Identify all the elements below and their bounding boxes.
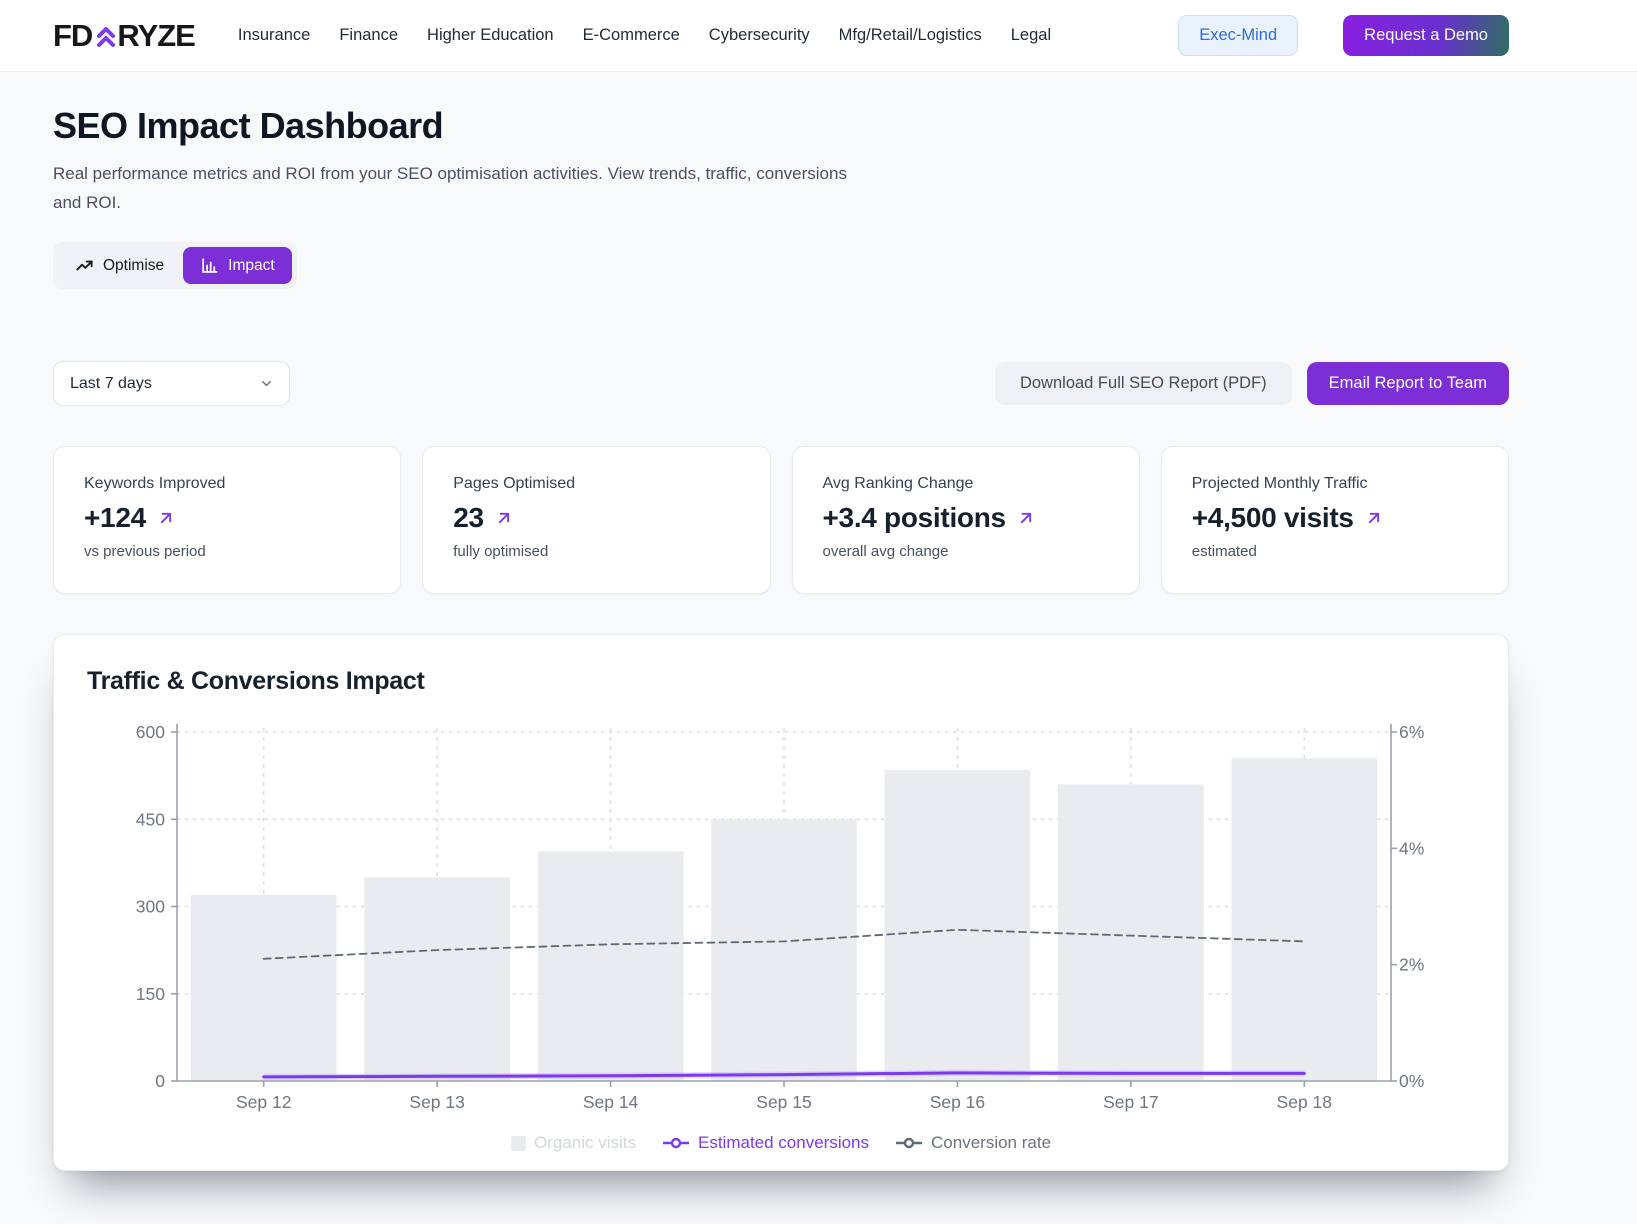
stat-sub-text: estimated [1192,543,1478,560]
tab-impact[interactable]: Impact [183,247,292,284]
bar-sep-12 [191,895,337,1081]
svg-text:Sep 14: Sep 14 [583,1092,639,1112]
svg-text:Sep 17: Sep 17 [1103,1092,1158,1112]
svg-text:Sep 15: Sep 15 [756,1092,811,1112]
legend-item-organic-visits[interactable]: Organic visits [511,1133,636,1153]
svg-text:2%: 2% [1399,955,1424,975]
nav-item-finance[interactable]: Finance [339,26,398,45]
chart-legend: Organic visits Estimated conversions Conve… [87,1133,1475,1153]
svg-text:4%: 4% [1399,838,1424,858]
top-navigation-bar: FD RYZE Insurance Finance Higher Education… [0,0,1637,72]
nav-item-higher-education[interactable]: Higher Education [427,26,554,45]
svg-text:300: 300 [136,897,165,917]
controls-row: Last 7 days Download Full SEO Report (PD… [53,361,1509,406]
stat-value: +4,500 visits [1192,502,1354,534]
legend-swatch-square [511,1136,526,1151]
double-chevron-up-icon [96,24,116,50]
bar-sep-15 [711,819,857,1081]
svg-text:6%: 6% [1399,722,1424,742]
page-subtitle: Real performance metrics and ROI from yo… [53,159,873,217]
download-report-button[interactable]: Download Full SEO Report (PDF) [995,362,1292,405]
bar-sep-16 [885,770,1031,1081]
stat-card-2: Avg Ranking Change +3.4 positions overall … [792,446,1140,594]
chart-title: Traffic & Conversions Impact [87,667,1475,696]
svg-text:150: 150 [136,984,165,1004]
nav-item-cybersecurity[interactable]: Cybersecurity [709,26,810,45]
mode-toggle-group: Optimise Impact [53,242,297,289]
stat-cards-row: Keywords Improved +124 vs previous period P… [53,446,1509,594]
svg-text:Sep 13: Sep 13 [409,1092,464,1112]
stat-card-0: Keywords Improved +124 vs previous period [53,446,401,594]
svg-text:450: 450 [136,809,165,829]
stat-card-3: Projected Monthly Traffic +4,500 visits es… [1161,446,1509,594]
stat-label: Pages Optimised [453,475,739,493]
stat-label: Projected Monthly Traffic [1192,475,1478,493]
legend-item-estimated-conversions[interactable]: Estimated conversions [662,1133,869,1153]
tab-optimise[interactable]: Optimise [58,247,181,284]
stat-sub-text: overall avg change [823,543,1109,560]
stat-label: Keywords Improved [84,475,370,493]
legend-label: Conversion rate [931,1133,1051,1153]
stat-value: 23 [453,502,484,534]
bar-sep-13 [364,877,510,1081]
date-range-select[interactable]: Last 7 days [53,361,290,406]
main-content: SEO Impact Dashboard Real performance me… [53,105,1509,1171]
topbar-actions: Exec-Mind Request a Demo [1178,15,1509,56]
svg-text:Sep 18: Sep 18 [1277,1092,1332,1112]
stat-value: +3.4 positions [823,502,1006,534]
logo-text-ryze: RYZE [117,18,195,54]
bar-sep-17 [1058,784,1204,1081]
traffic-conversions-chart: 0 150 300 450 600 0% 2% 4% 6% Sep 12 Sep 13 Sep 14 S… [87,710,1477,1122]
request-demo-button[interactable]: Request a Demo [1343,15,1509,56]
nav-item-legal[interactable]: Legal [1011,26,1051,45]
legend-label: Estimated conversions [698,1133,869,1153]
svg-text:Sep 16: Sep 16 [930,1092,985,1112]
arrow-up-right-icon [494,508,514,528]
bar-sep-14 [538,851,684,1081]
date-range-value: Last 7 days [70,375,152,393]
svg-text:0: 0 [155,1071,165,1091]
svg-text:0%: 0% [1399,1071,1424,1091]
brand-logo[interactable]: FD RYZE [53,18,195,54]
tab-optimise-label: Optimise [103,257,164,275]
arrow-up-right-icon [156,508,176,528]
bar-sep-18 [1231,758,1377,1081]
svg-text:Sep 12: Sep 12 [236,1092,291,1112]
stat-card-1: Pages Optimised 23 fully optimised [422,446,770,594]
trending-up-icon [75,256,94,275]
primary-nav: Insurance Finance Higher Education E-Commer… [238,26,1051,45]
stat-sub-text: fully optimised [453,543,739,560]
page-title: SEO Impact Dashboard [53,105,1509,147]
email-report-button[interactable]: Email Report to Team [1307,362,1509,405]
legend-swatch-line [895,1137,923,1149]
chart-card: Traffic & Conversions Impact 0 150 300 450 6… [53,634,1509,1171]
nav-item-insurance[interactable]: Insurance [238,26,310,45]
legend-label: Organic visits [534,1133,636,1153]
logo-text-fd: FD [53,18,92,54]
arrow-up-right-icon [1016,508,1036,528]
legend-swatch-line [662,1137,690,1149]
tab-impact-label: Impact [228,257,275,275]
stat-label: Avg Ranking Change [823,475,1109,493]
nav-item-e-commerce[interactable]: E-Commerce [583,26,680,45]
legend-item-conversion-rate[interactable]: Conversion rate [895,1133,1051,1153]
stat-value: +124 [84,502,146,534]
arrow-up-right-icon [1364,508,1384,528]
svg-text:600: 600 [136,722,165,742]
chart-wrap: 0 150 300 450 600 0% 2% 4% 6% Sep 12 Sep 13 Sep 14 S… [87,710,1475,1127]
nav-item-mfg-retail-logistics[interactable]: Mfg/Retail/Logistics [839,26,982,45]
bar-chart-icon [200,256,219,275]
chevron-down-icon [259,376,274,391]
stat-sub-text: vs previous period [84,543,370,560]
exec-mind-button[interactable]: Exec-Mind [1178,15,1298,56]
